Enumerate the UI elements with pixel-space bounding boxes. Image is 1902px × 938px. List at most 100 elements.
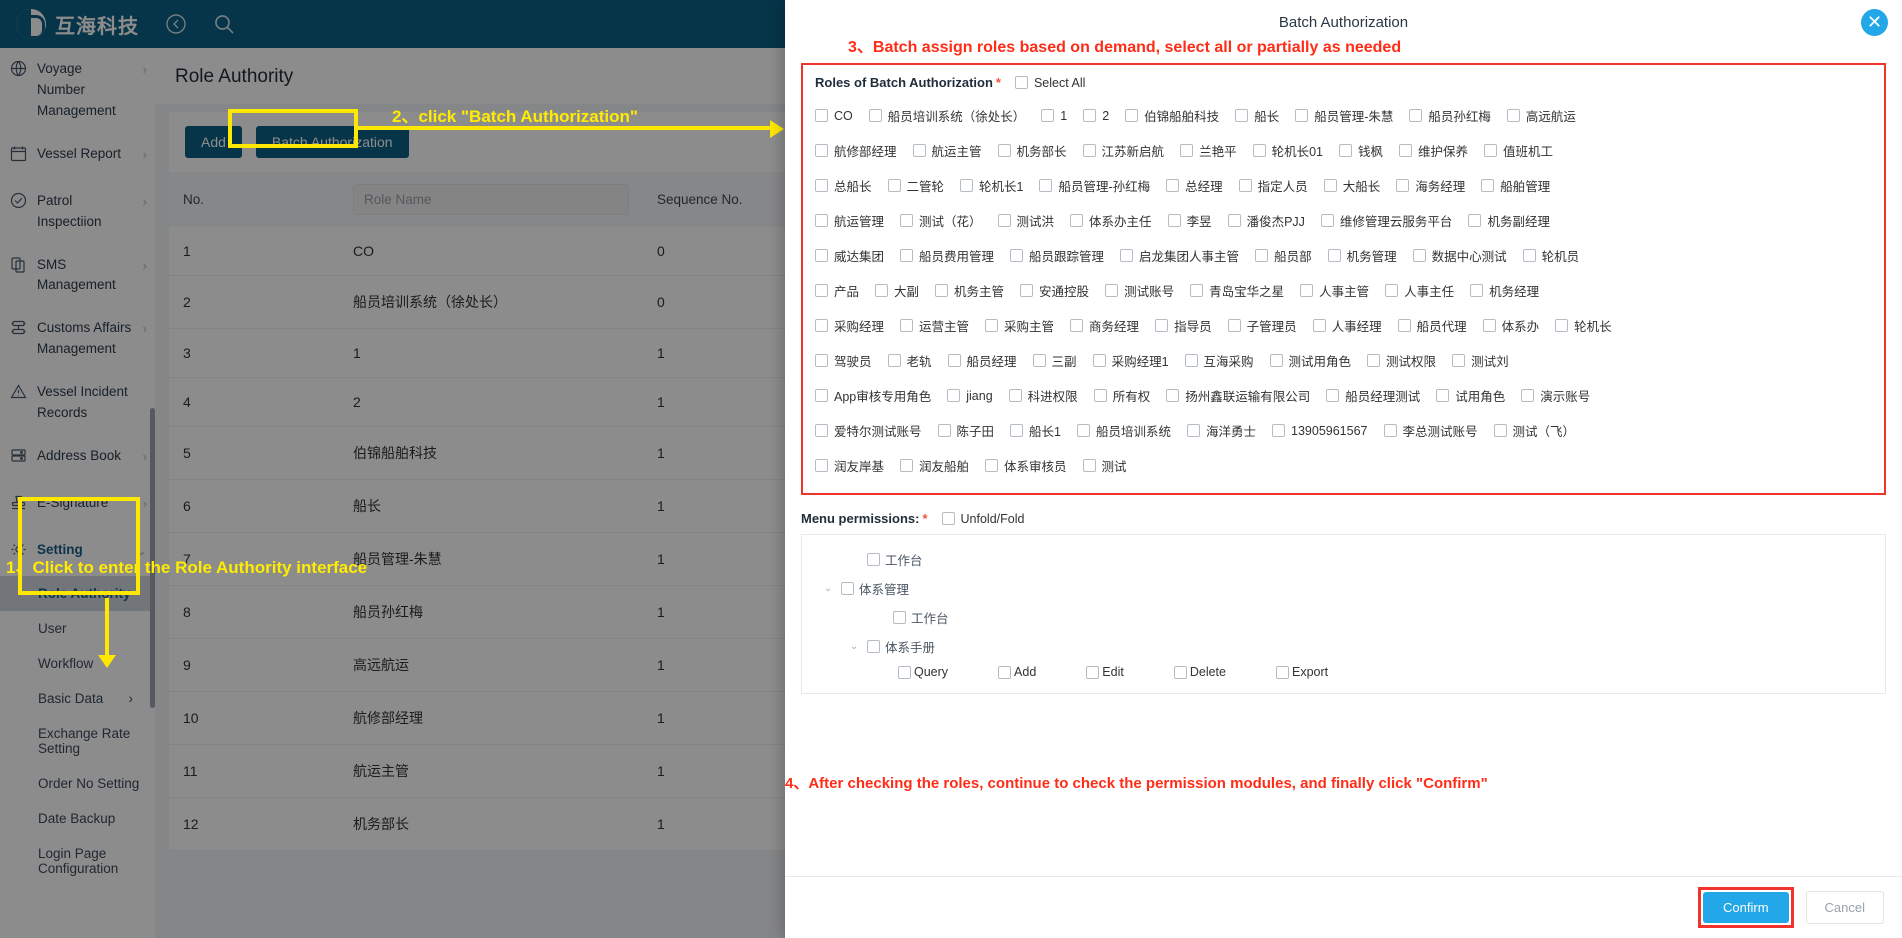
checkbox-box[interactable] [815, 109, 828, 122]
select-all-checkbox[interactable]: Select All [1014, 76, 1085, 90]
checkbox-box[interactable] [815, 319, 828, 332]
checkbox-box[interactable] [1086, 665, 1100, 679]
role-checkbox[interactable]: 安通控股 [1020, 281, 1089, 300]
role-checkbox[interactable]: jiang [947, 386, 993, 405]
checkbox-box[interactable] [1166, 389, 1180, 402]
checkbox-box[interactable] [1173, 665, 1187, 679]
checkbox-box[interactable] [887, 179, 901, 192]
checkbox-box[interactable] [1039, 179, 1053, 192]
role-checkbox[interactable]: 互海采购 [1184, 351, 1254, 370]
checkbox-box[interactable] [997, 214, 1011, 227]
operation-checkbox[interactable]: Edit [1086, 665, 1124, 679]
tree-node[interactable]: 工作台 [802, 545, 1885, 574]
checkbox-box[interactable] [1326, 389, 1340, 402]
checkbox-box[interactable] [815, 389, 828, 402]
checkbox-box[interactable] [1269, 354, 1283, 367]
role-checkbox[interactable]: 船员经理测试 [1326, 386, 1420, 405]
unfold-fold-checkbox[interactable]: Unfold/Fold [941, 512, 1024, 526]
checkbox-box[interactable] [1167, 214, 1181, 227]
checkbox-box[interactable] [1083, 109, 1097, 122]
role-checkbox[interactable]: 测试用角色 [1269, 351, 1351, 370]
role-checkbox[interactable]: 13905961567 [1272, 421, 1368, 440]
role-checkbox[interactable]: 船员管理-朱慧 [1295, 106, 1393, 125]
checkbox-box[interactable] [912, 144, 926, 157]
role-checkbox[interactable]: 机务经理 [1470, 281, 1539, 300]
role-checkbox[interactable]: 机务副经理 [1468, 211, 1550, 230]
role-checkbox[interactable]: 船员费用管理 [900, 246, 994, 265]
checkbox-box[interactable] [1032, 354, 1046, 367]
role-checkbox[interactable]: 航修部经理 [815, 141, 897, 160]
checkbox-box[interactable] [1252, 144, 1266, 157]
checkbox-box[interactable] [985, 319, 999, 332]
role-checkbox[interactable]: App审核专用角色 [815, 386, 931, 405]
role-checkbox[interactable]: 船舶管理 [1481, 176, 1550, 195]
role-checkbox[interactable]: 人事经理 [1312, 316, 1382, 335]
checkbox-box[interactable] [947, 354, 961, 367]
role-checkbox[interactable]: 二管轮 [887, 176, 944, 195]
role-checkbox[interactable]: 采购经理 [815, 316, 884, 335]
checkbox-box[interactable] [900, 249, 914, 262]
checkbox-box[interactable] [1396, 179, 1410, 192]
operation-checkbox[interactable]: Query [898, 665, 948, 679]
chevron-down-icon[interactable]: ⌄ [850, 641, 862, 652]
checkbox-box[interactable] [1255, 249, 1269, 262]
checkbox-box[interactable] [1555, 319, 1569, 332]
checkbox-box[interactable] [985, 459, 999, 472]
role-checkbox[interactable]: 总经理 [1166, 176, 1223, 195]
checkbox-box[interactable] [1409, 109, 1423, 122]
checkbox-box[interactable] [1125, 109, 1139, 122]
role-checkbox[interactable]: 江苏新启航 [1082, 141, 1164, 160]
role-checkbox[interactable]: 李昱 [1167, 211, 1212, 230]
role-checkbox[interactable]: 大副 [875, 281, 919, 300]
role-checkbox[interactable]: 船员跟踪管理 [1010, 246, 1104, 265]
checkbox-box[interactable] [1082, 144, 1096, 157]
role-checkbox[interactable]: 润友岸基 [815, 456, 884, 475]
checkbox-box[interactable] [1484, 144, 1498, 157]
role-checkbox[interactable]: 子管理员 [1227, 316, 1297, 335]
checkbox-box[interactable] [875, 284, 889, 297]
checkbox-box[interactable] [1180, 144, 1194, 157]
role-checkbox[interactable]: 轮机员 [1522, 246, 1579, 265]
checkbox-box[interactable] [1481, 179, 1495, 192]
role-checkbox[interactable]: 船员孙红梅 [1409, 106, 1491, 125]
checkbox-box[interactable] [815, 354, 828, 367]
checkbox-box[interactable] [1412, 249, 1426, 262]
role-checkbox[interactable]: 钱枫 [1338, 141, 1383, 160]
checkbox-box[interactable] [1397, 319, 1411, 332]
checkbox-box[interactable] [1506, 109, 1520, 122]
role-checkbox[interactable]: 轮机长01 [1252, 141, 1323, 160]
role-checkbox[interactable]: 测试洪 [997, 211, 1054, 230]
checkbox-box[interactable] [1383, 424, 1397, 437]
role-checkbox[interactable]: 机务管理 [1327, 246, 1397, 265]
checkbox-box[interactable] [1076, 424, 1090, 437]
role-checkbox[interactable]: 体系办主任 [1070, 211, 1152, 230]
checkbox-box[interactable] [947, 389, 961, 402]
role-checkbox[interactable]: 驾驶员 [815, 351, 872, 370]
role-checkbox[interactable]: 测试 [1082, 456, 1127, 475]
checkbox-box[interactable] [815, 424, 828, 437]
checkbox-box[interactable] [1235, 109, 1249, 122]
role-checkbox[interactable]: 测试（飞） [1493, 421, 1575, 440]
operation-checkbox[interactable]: Add [998, 665, 1036, 679]
checkbox-box[interactable] [935, 284, 949, 297]
checkbox-box[interactable] [893, 611, 906, 624]
tree-node[interactable]: ⌄ 体系手册 [802, 632, 1885, 661]
chevron-down-icon[interactable]: ⌄ [824, 583, 836, 594]
checkbox-box[interactable] [1385, 284, 1399, 297]
checkbox-box[interactable] [1190, 284, 1204, 297]
role-checkbox[interactable]: 指导员 [1155, 316, 1212, 335]
role-checkbox[interactable]: 伯锦船舶科技 [1125, 106, 1219, 125]
checkbox-box[interactable] [1155, 319, 1169, 332]
role-checkbox[interactable]: 数据中心测试 [1412, 246, 1507, 265]
role-checkbox[interactable]: 机务主管 [935, 281, 1004, 300]
checkbox-box[interactable] [1008, 389, 1022, 402]
checkbox-box[interactable] [941, 512, 955, 525]
role-checkbox[interactable]: 威达集团 [815, 246, 884, 265]
role-checkbox[interactable]: 2 [1083, 106, 1109, 125]
checkbox-box[interactable] [1272, 424, 1286, 437]
checkbox-box[interactable] [841, 582, 854, 595]
role-checkbox[interactable]: 测试权限 [1367, 351, 1436, 370]
role-checkbox[interactable]: 人事主管 [1300, 281, 1369, 300]
role-checkbox[interactable]: 测试账号 [1105, 281, 1174, 300]
role-checkbox[interactable]: 演示账号 [1521, 386, 1590, 405]
